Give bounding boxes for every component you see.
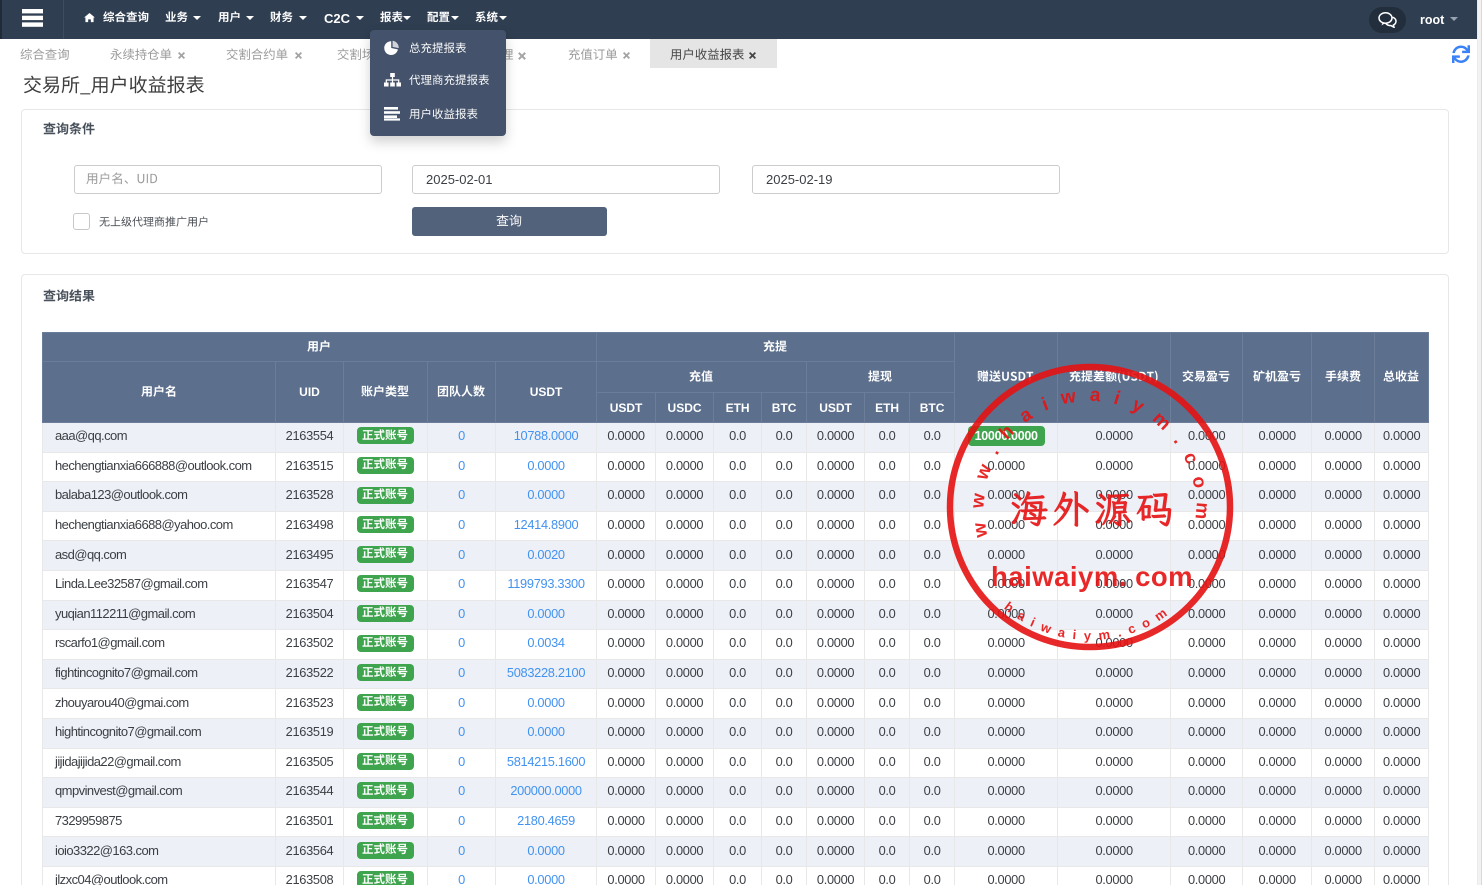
svg-text:www.haiwaiym.com: www.haiwaiym.com xyxy=(967,384,1213,540)
svg-text:haiwaiym. com: haiwaiym. com xyxy=(991,561,1193,592)
